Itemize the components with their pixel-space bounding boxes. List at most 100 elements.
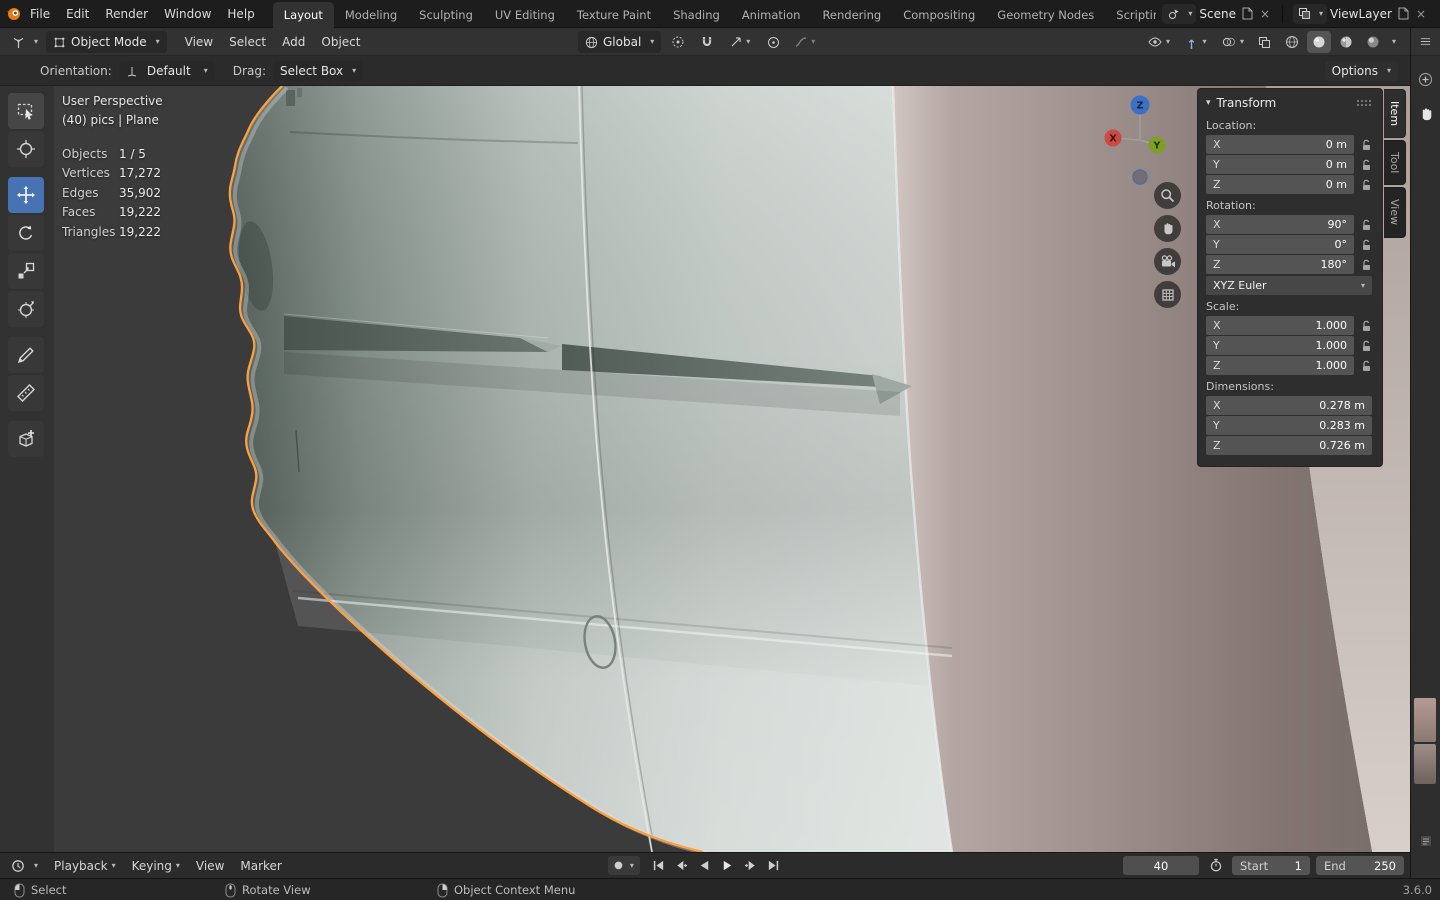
xray-toggle-button[interactable] bbox=[1253, 31, 1277, 53]
scale-z-field[interactable]: Z 1.000 bbox=[1206, 356, 1354, 375]
proportional-editing-button[interactable] bbox=[761, 31, 785, 53]
strip-footer-icon[interactable] bbox=[1419, 834, 1433, 848]
drag-mode-dropdown[interactable]: Select Box ▾ bbox=[272, 60, 364, 81]
dimensions-z-field[interactable]: Z 0.726 m bbox=[1206, 436, 1372, 455]
tab-shading[interactable]: Shading bbox=[662, 2, 731, 28]
sidebar-tab-view[interactable]: View bbox=[1384, 187, 1406, 238]
gizmo-neg-z[interactable] bbox=[1132, 169, 1148, 185]
editor-menu-icon[interactable] bbox=[1419, 35, 1432, 48]
snap-toggle-button[interactable] bbox=[695, 31, 719, 53]
jump-to-start-button[interactable] bbox=[648, 856, 669, 875]
strip-add-icon[interactable] bbox=[1418, 72, 1433, 87]
menu-file[interactable]: File bbox=[22, 0, 58, 28]
viewport-3d[interactable]: User Perspective (40) pics | Plane Objec… bbox=[0, 86, 1410, 852]
menu-edit[interactable]: Edit bbox=[58, 0, 97, 28]
shading-wireframe-button[interactable] bbox=[1280, 31, 1304, 53]
auto-keying-button[interactable]: ● ▾ bbox=[608, 856, 640, 875]
current-frame-field[interactable]: 40 bbox=[1123, 856, 1199, 875]
menu-marker[interactable]: Marker bbox=[232, 859, 289, 873]
menu-view[interactable]: View bbox=[177, 28, 221, 56]
tool-scale[interactable] bbox=[8, 253, 44, 289]
location-z-field[interactable]: Z 0 m bbox=[1206, 175, 1354, 194]
navigation-gizmo[interactable]: Z X Y bbox=[1098, 88, 1182, 192]
jump-to-end-button[interactable] bbox=[763, 856, 784, 875]
pivot-point-button[interactable] bbox=[666, 31, 690, 53]
camera-view-button[interactable] bbox=[1154, 248, 1181, 275]
gizmos-dropdown[interactable]: ▾ bbox=[1179, 31, 1213, 53]
lock-location-x-icon[interactable] bbox=[1354, 139, 1372, 151]
editor-type-button[interactable] bbox=[6, 31, 30, 53]
viewlayer-name[interactable]: ViewLayer bbox=[1330, 7, 1392, 21]
preview-range-button[interactable] bbox=[1205, 856, 1226, 875]
play-button[interactable] bbox=[717, 856, 738, 875]
scene-name[interactable]: Scene bbox=[1199, 7, 1236, 21]
location-x-field[interactable]: X 0 m bbox=[1206, 135, 1354, 154]
dimensions-x-field[interactable]: X 0.278 m bbox=[1206, 396, 1372, 415]
viewlayer-browse-button[interactable]: ▾ bbox=[1292, 3, 1327, 24]
lock-rotation-y-icon[interactable] bbox=[1354, 239, 1372, 251]
overlays-dropdown[interactable]: ▾ bbox=[1216, 31, 1250, 53]
panel-drag-handle-icon[interactable] bbox=[1356, 99, 1372, 107]
end-frame-field[interactable]: End 250 bbox=[1316, 856, 1404, 875]
object-visibility-dropdown[interactable]: ▾ bbox=[1142, 31, 1176, 53]
pan-hand-button[interactable] bbox=[1154, 215, 1181, 242]
lock-scale-y-icon[interactable] bbox=[1354, 340, 1372, 352]
orthographic-toggle-button[interactable] bbox=[1154, 281, 1181, 308]
menu-select[interactable]: Select bbox=[221, 28, 274, 56]
tool-cursor[interactable] bbox=[8, 131, 44, 167]
shading-material-button[interactable] bbox=[1334, 31, 1358, 53]
tool-annotate[interactable] bbox=[8, 337, 44, 373]
new-scene-icon[interactable] bbox=[1239, 6, 1255, 22]
tool-transform[interactable] bbox=[8, 291, 44, 327]
location-y-field[interactable]: Y 0 m bbox=[1206, 155, 1354, 174]
menu-keying[interactable]: Keying ▾ bbox=[124, 859, 188, 873]
play-reverse-button[interactable] bbox=[694, 856, 715, 875]
rotation-x-field[interactable]: X 90° bbox=[1206, 215, 1354, 234]
rotation-z-field[interactable]: Z 180° bbox=[1206, 255, 1354, 274]
proportional-falloff-dropdown[interactable]: ▾ bbox=[790, 31, 820, 53]
start-frame-field[interactable]: Start 1 bbox=[1232, 856, 1310, 875]
prev-keyframe-button[interactable] bbox=[671, 856, 692, 875]
menu-help[interactable]: Help bbox=[219, 0, 262, 28]
tab-geometry-nodes[interactable]: Geometry Nodes bbox=[986, 2, 1105, 28]
tab-layout[interactable]: Layout bbox=[272, 1, 334, 28]
shading-rendered-button[interactable] bbox=[1361, 31, 1385, 53]
strip-hand-icon[interactable] bbox=[1419, 106, 1434, 122]
lock-scale-x-icon[interactable] bbox=[1354, 320, 1372, 332]
menu-window[interactable]: Window bbox=[156, 0, 219, 28]
blender-logo-icon[interactable] bbox=[6, 6, 22, 22]
tab-scripting[interactable]: Scripting bbox=[1105, 2, 1156, 28]
tab-uv-editing[interactable]: UV Editing bbox=[484, 2, 566, 28]
options-dropdown[interactable]: Options ▾ bbox=[1324, 60, 1398, 81]
rotation-y-field[interactable]: Y 0° bbox=[1206, 235, 1354, 254]
panel-expand-icon[interactable]: ▾ bbox=[1206, 98, 1211, 108]
lock-scale-z-icon[interactable] bbox=[1354, 360, 1372, 372]
tool-select-box[interactable] bbox=[8, 93, 44, 129]
lock-rotation-x-icon[interactable] bbox=[1354, 219, 1372, 231]
menu-object[interactable]: Object bbox=[313, 28, 368, 56]
scene-browse-button[interactable]: ▾ bbox=[1162, 3, 1197, 24]
menu-timeline-view[interactable]: View bbox=[188, 859, 232, 873]
tab-compositing[interactable]: Compositing bbox=[892, 2, 986, 28]
tool-add-cube[interactable] bbox=[8, 421, 44, 457]
image-thumbnail[interactable] bbox=[1414, 696, 1436, 786]
dimensions-y-field[interactable]: Y 0.283 m bbox=[1206, 416, 1372, 435]
sidebar-tab-item[interactable]: Item bbox=[1384, 89, 1406, 139]
mode-dropdown[interactable]: Object Mode ▾ bbox=[46, 31, 167, 53]
sidebar-tab-tool[interactable]: Tool bbox=[1384, 140, 1406, 186]
lock-location-y-icon[interactable] bbox=[1354, 159, 1372, 171]
lock-location-z-icon[interactable] bbox=[1354, 179, 1372, 191]
scale-x-field[interactable]: X 1.000 bbox=[1206, 316, 1354, 335]
tool-rotate[interactable] bbox=[8, 215, 44, 251]
transform-orientation-dropdown[interactable]: Global ▾ bbox=[578, 31, 662, 53]
timeline-editor-type-button[interactable] bbox=[6, 855, 30, 877]
tool-move[interactable] bbox=[8, 177, 44, 213]
menu-playback[interactable]: Playback ▾ bbox=[46, 859, 124, 873]
menu-add[interactable]: Add bbox=[274, 28, 313, 56]
new-viewlayer-icon[interactable] bbox=[1395, 6, 1411, 22]
tab-animation[interactable]: Animation bbox=[731, 2, 812, 28]
shading-solid-button[interactable] bbox=[1306, 31, 1331, 53]
zoom-button[interactable] bbox=[1154, 182, 1181, 209]
tool-measure[interactable] bbox=[8, 375, 44, 411]
scale-y-field[interactable]: Y 1.000 bbox=[1206, 336, 1354, 355]
